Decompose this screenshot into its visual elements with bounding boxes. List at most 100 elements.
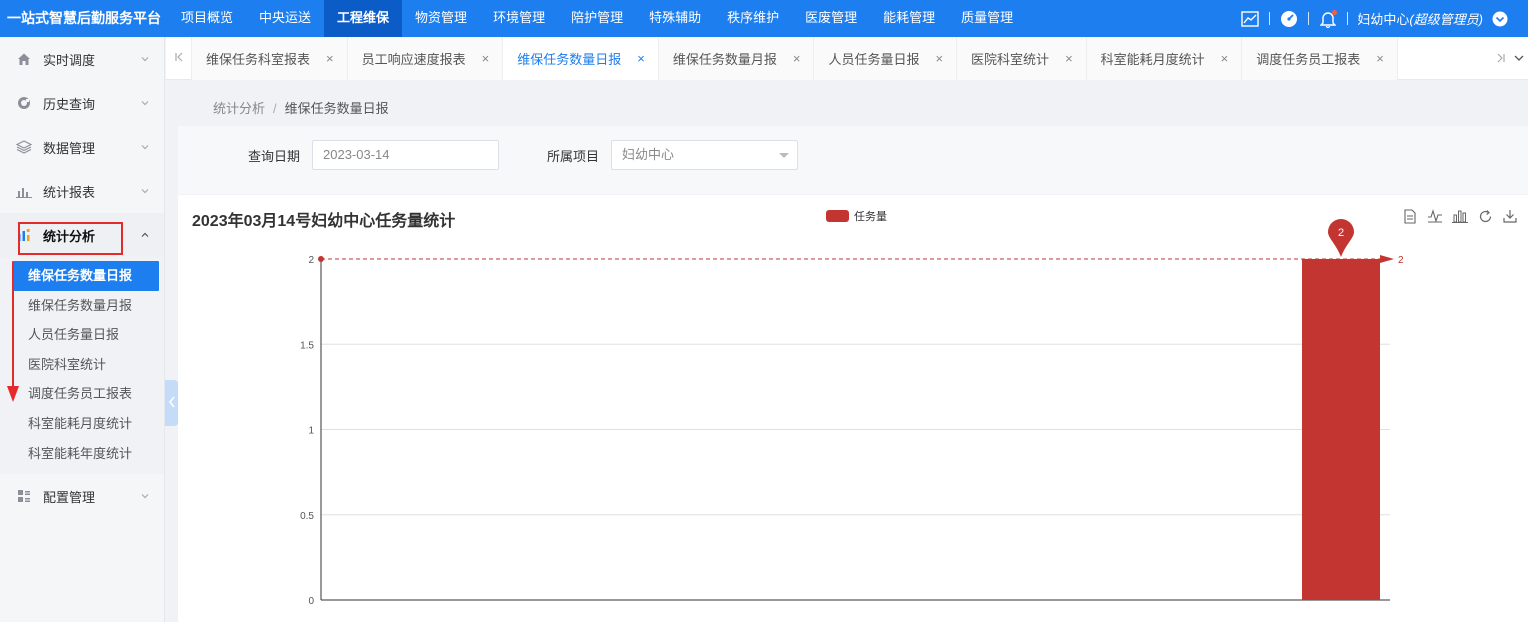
tab-label: 员工响应速度报表 [361,51,466,67]
mark-line-arrow [1380,255,1394,263]
nav-item-medical-waste[interactable]: 医废管理 [792,0,870,37]
close-icon[interactable]: × [1221,51,1229,66]
tab-scroll-left-button[interactable] [166,36,192,80]
nav-item-order[interactable]: 秩序维护 [714,0,792,37]
submenu-item-staff-daily[interactable]: 人员任务量日报 [12,320,159,350]
skip-start-icon [174,51,184,65]
close-icon[interactable]: × [1376,51,1384,66]
sidebar-collapse-handle[interactable] [165,380,179,426]
submenu-item-maintenance-monthly[interactable]: 维保任务数量月报 [12,291,159,321]
sidebar: 实时调度 历史查询 数据管理 统计报表 统计分析 维保任务数量日报 维保任务数量… [0,37,165,622]
close-icon[interactable]: × [793,51,801,66]
nav-item-environment[interactable]: 环境管理 [480,0,558,37]
sidebar-item-label: 数据管理 [43,140,96,156]
chevron-left-icon [168,396,176,411]
tab-dispatch-staff-report[interactable]: 调度任务员工报表 × [1242,36,1398,80]
project-select[interactable]: 妇幼中心 [611,140,798,170]
nav-item-central-transport[interactable]: 中央运送 [246,0,324,37]
sidebar-item-label: 统计报表 [43,184,96,200]
y-tick-label: 1 [308,426,314,437]
tab-maintenance-monthly[interactable]: 维保任务数量月报 × [658,36,815,80]
user-role: (超级管理员) [1409,12,1483,27]
sidebar-item-statistics-analysis[interactable]: 统计分析 [0,213,164,257]
nav-item-special-assist[interactable]: 特殊辅助 [636,0,714,37]
mark-line-label: 2 [1398,255,1404,266]
tab-label: 维保任务科室报表 [206,51,311,67]
dashboard-icon[interactable] [1280,10,1298,28]
chevron-up-icon [140,228,150,243]
tab-maintenance-department-report[interactable]: 维保任务科室报表 × [192,36,348,80]
tab-label: 科室能耗月度统计 [1100,51,1205,67]
tab-label: 维保任务数量月报 [672,51,777,67]
close-icon[interactable]: × [1065,51,1073,66]
breadcrumb-current: 维保任务数量日报 [284,101,389,116]
tab-staff-response-report[interactable]: 员工响应速度报表 × [347,36,504,80]
skip-end-icon[interactable] [1496,51,1506,66]
sidebar-item-history-query[interactable]: 历史查询 [0,81,164,125]
tabs: 维保任务科室报表 × 员工响应速度报表 × 维保任务数量日报 × 维保任务数量月报 × … [192,36,1492,80]
breadcrumb: 统计分析 / 维保任务数量日报 [213,98,389,117]
filter-bar: 查询日期 2023-03-14 所属项目 妇幼中心 [178,126,1528,194]
chart-title: 2023年03月14号妇幼中心任务量统计 [192,213,456,230]
breadcrumb-separator: / [273,101,277,116]
tab-label: 维保任务数量日报 [517,51,622,67]
chevron-down-icon [140,489,150,504]
mark-point-label: 2 [1338,227,1344,239]
statistics-analysis-submenu: 维保任务数量日报 维保任务数量月报 人员任务量日报 医院科室统计 调度任务员工报… [0,257,164,475]
bar [1302,259,1380,600]
submenu-item-department-stats[interactable]: 医院科室统计 [12,350,159,380]
notification-dot [1332,9,1338,15]
close-icon[interactable]: × [482,51,490,66]
nav-item-overview[interactable]: 项目概览 [168,0,246,37]
close-icon[interactable]: × [637,51,645,66]
close-icon[interactable]: × [326,51,334,66]
history-icon [16,95,32,111]
task-count-bar-chart: 0 0.5 1 1.5 2 2 2 [300,219,1404,607]
nav-item-engineering-maintenance[interactable]: 工程维保 [324,0,403,37]
user-menu[interactable]: 妇幼中心(超级管理员) [1357,9,1483,28]
tab-department-stats[interactable]: 医院科室统计 × [957,36,1087,80]
tab-energy-monthly[interactable]: 科室能耗月度统计 × [1086,36,1243,80]
submenu-item-maintenance-daily[interactable]: 维保任务数量日报 [12,261,159,291]
legend-swatch [826,210,849,222]
top-separator [1308,12,1310,25]
sidebar-item-label: 历史查询 [43,96,96,112]
top-bar: 一站式智慧后勤服务平台 项目概览 中央运送 工程维保 物资管理 环境管理 陪护管… [0,0,1528,37]
sidebar-item-statistics-report[interactable]: 统计报表 [0,169,164,213]
submenu-item-energy-yearly[interactable]: 科室能耗年度统计 [12,439,159,469]
tab-label: 医院科室统计 [971,51,1050,67]
chevron-down-icon [140,184,150,199]
bell-icon[interactable] [1319,9,1338,28]
nav-item-escort[interactable]: 陪护管理 [558,0,636,37]
tab-bar: 维保任务科室报表 × 员工响应速度报表 × 维保任务数量日报 × 维保任务数量月报 × … [166,36,1528,80]
nav-item-materials[interactable]: 物资管理 [402,0,480,37]
tab-maintenance-daily[interactable]: 维保任务数量日报 × [503,36,659,80]
nav-item-energy[interactable]: 能耗管理 [870,0,948,37]
breadcrumb-parent[interactable]: 统计分析 [213,101,265,116]
submenu-item-energy-monthly[interactable]: 科室能耗月度统计 [12,409,159,439]
close-icon[interactable]: × [935,51,943,66]
sidebar-item-config-management[interactable]: 配置管理 [0,474,164,518]
download-icon[interactable] [1502,208,1518,224]
nav-item-quality[interactable]: 质量管理 [948,0,1026,37]
restore-icon[interactable] [1477,208,1493,224]
chevron-down-icon [140,140,150,155]
sidebar-item-data-management[interactable]: 数据管理 [0,125,164,169]
y-tick-label: 0.5 [300,511,314,522]
data-view-icon[interactable] [1402,208,1418,224]
top-separator [1269,12,1271,25]
sidebar-item-realtime-dispatch[interactable]: 实时调度 [0,37,164,81]
submenu-item-dispatch-staff-report[interactable]: 调度任务员工报表 [12,379,159,409]
chevron-down-icon [140,52,150,67]
chart-legend[interactable]: 任务量 [826,208,887,224]
chevron-down-icon[interactable] [1514,51,1524,66]
app-brand: 一站式智慧后勤服务平台 [7,10,161,26]
date-picker[interactable]: 2023-03-14 [312,140,499,170]
tab-staff-daily[interactable]: 人员任务量日报 × [814,36,958,80]
user-dropdown-icon[interactable] [1491,10,1509,28]
trend-icon[interactable] [1241,10,1260,28]
bar-chart-icon[interactable] [1452,208,1468,224]
y-tick-label: 0 [308,596,314,607]
tab-right-controls [1492,37,1528,80]
line-chart-icon[interactable] [1427,208,1443,224]
